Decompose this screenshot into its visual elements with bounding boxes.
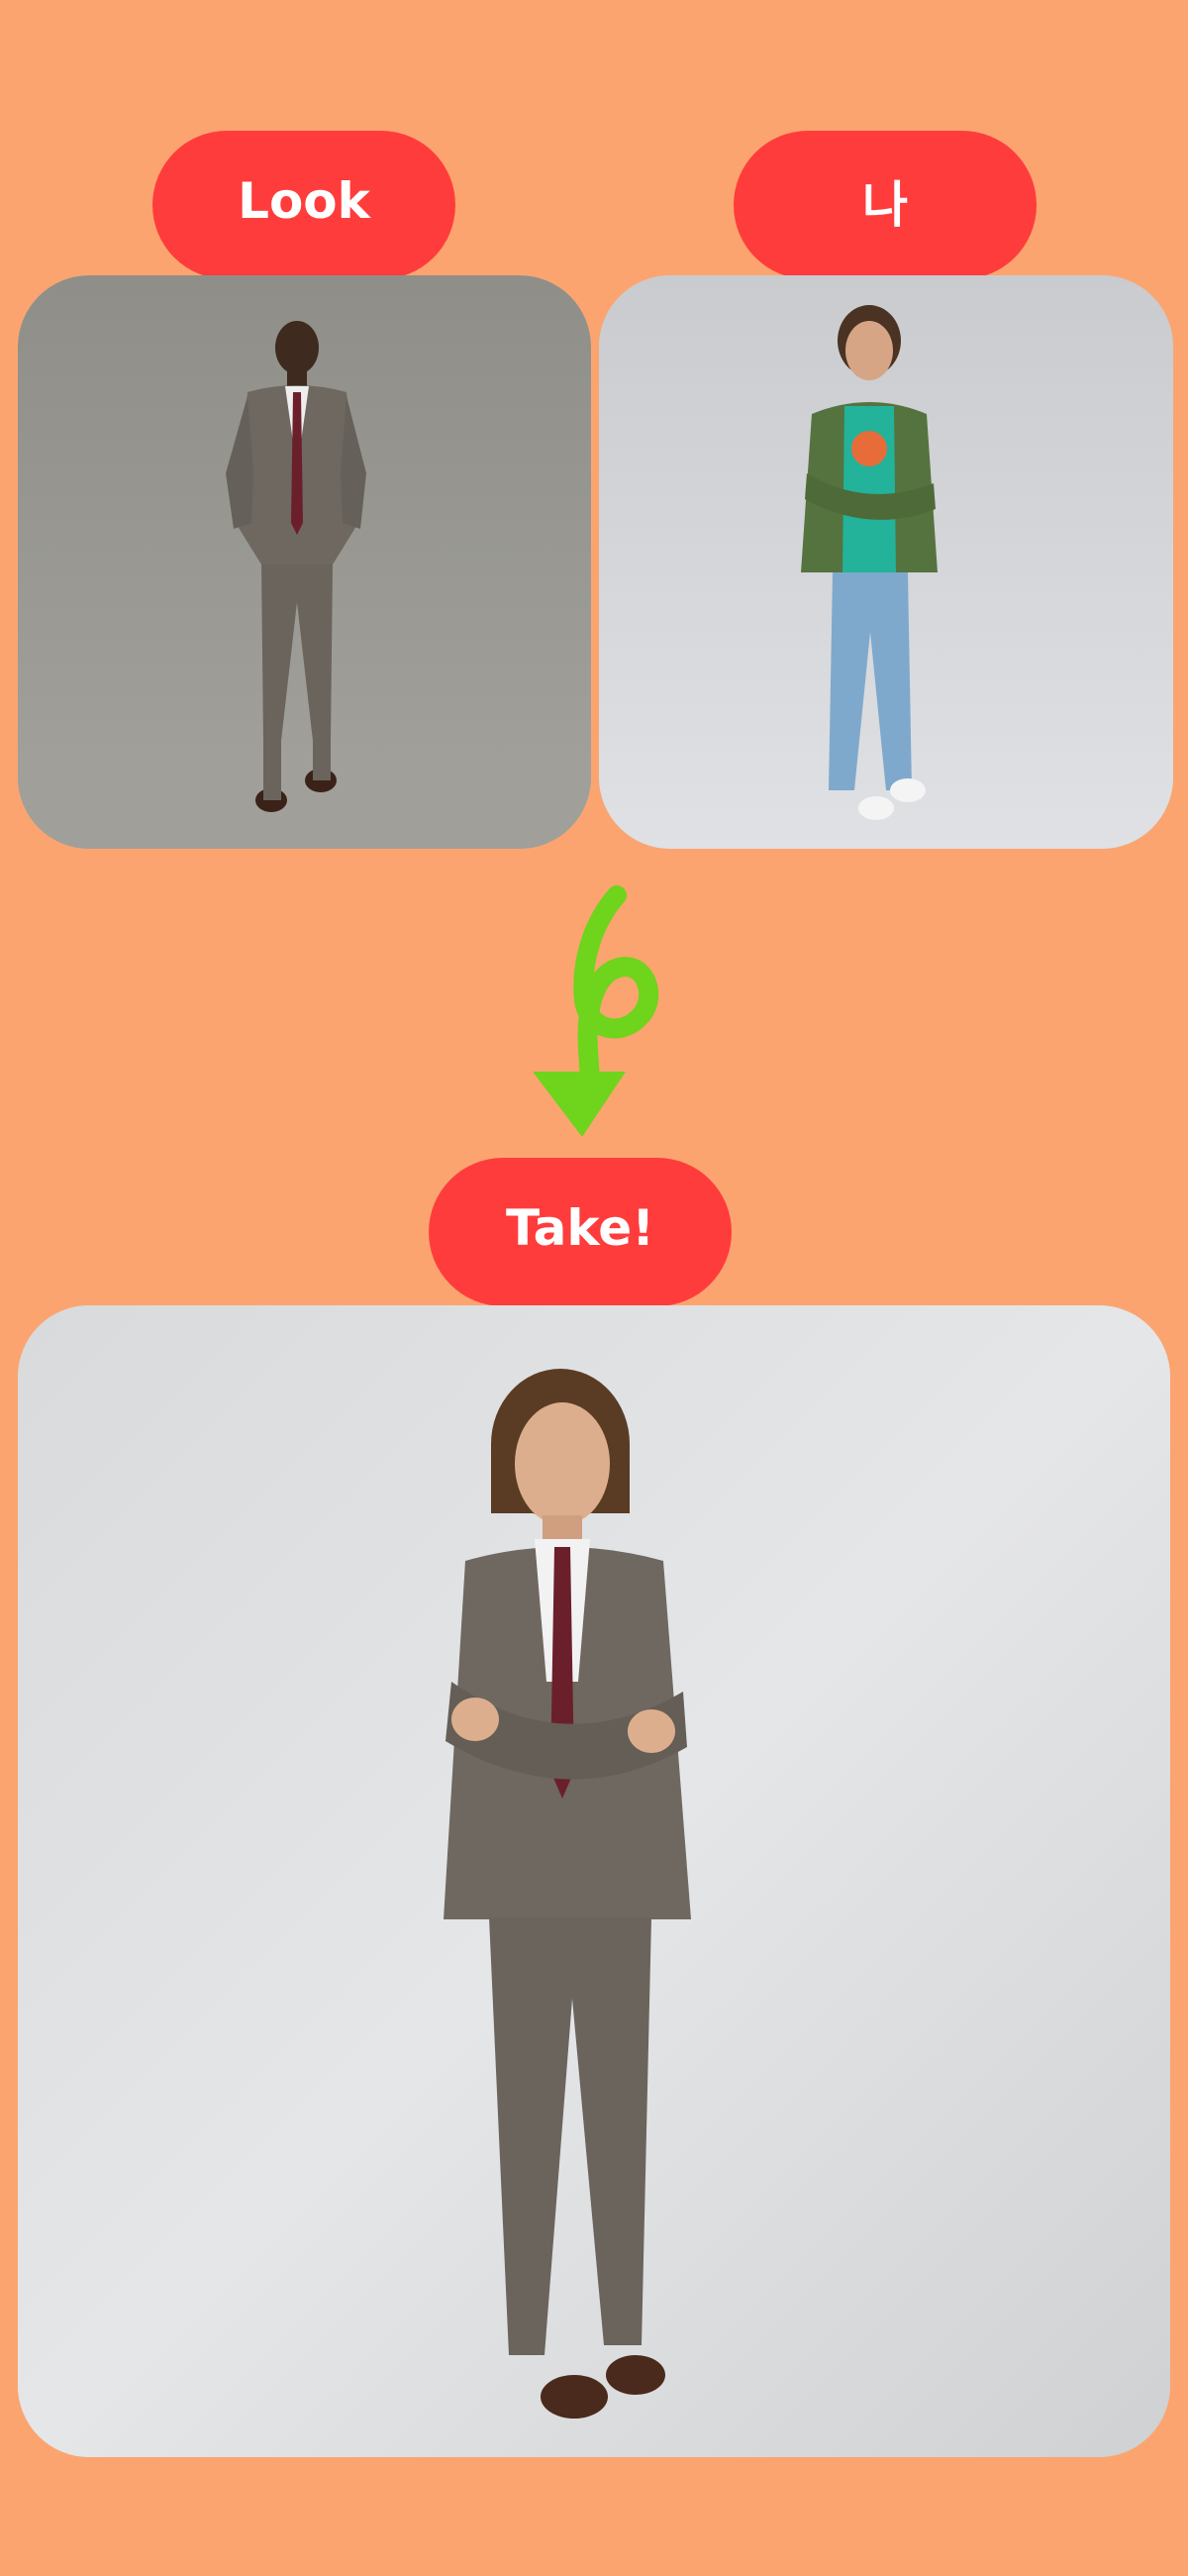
take-button[interactable]: Take! [429,1158,732,1306]
take-label: Take! [505,1199,655,1257]
me-label: 나 [862,176,908,234]
result-photo-card[interactable] [18,1305,1170,2457]
look-label: Look [238,172,370,230]
me-photo-card[interactable] [599,275,1173,849]
curly-down-arrow-icon [525,881,663,1149]
suit-model-photo [18,275,591,849]
casual-model-photo [599,275,1173,849]
result-photo [18,1305,1170,2457]
look-button[interactable]: Look [152,131,455,279]
look-photo-card[interactable] [18,275,591,849]
me-button[interactable]: 나 [734,131,1037,279]
